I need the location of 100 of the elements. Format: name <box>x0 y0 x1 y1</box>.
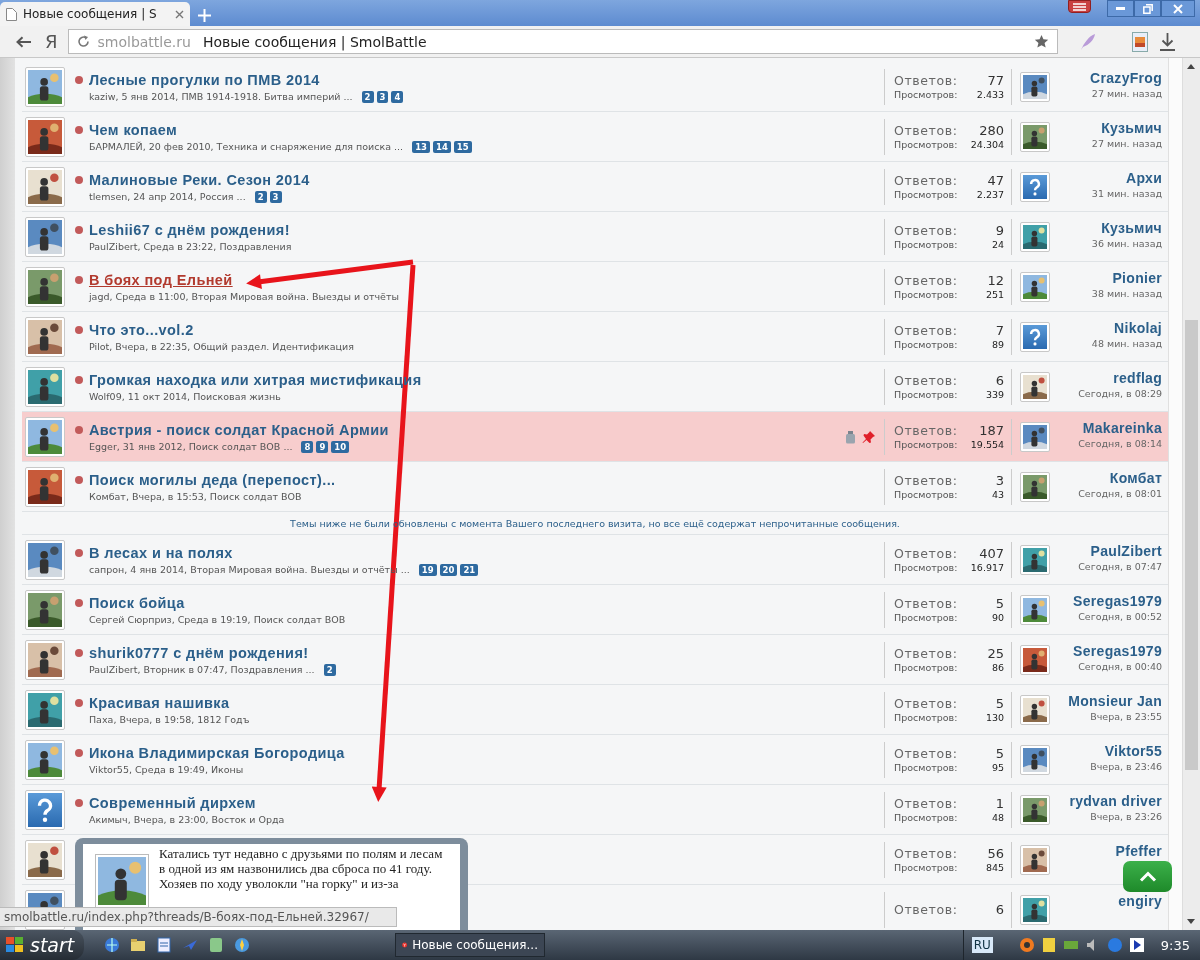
close-button[interactable] <box>1161 0 1195 17</box>
thread-title-link[interactable]: В лесах и на полях <box>88 544 233 561</box>
document-icon[interactable] <box>156 937 172 953</box>
thread-meta: Wolf09, 11 окт 2014, Поисковая жизнь <box>88 391 281 402</box>
page-link[interactable]: 15 <box>453 140 472 153</box>
scrollbar[interactable] <box>1182 58 1200 930</box>
last-poster-link[interactable]: Pionier <box>1112 270 1163 286</box>
thread-title-link[interactable]: Лесные прогулки по ПМВ 2014 <box>88 71 320 88</box>
last-poster-link[interactable]: Seregas1979 <box>1073 593 1163 609</box>
last-poster-link[interactable]: engiry <box>1118 893 1163 909</box>
page-link[interactable]: 21 <box>460 563 479 576</box>
thread-title-link[interactable]: Поиск могилы деда (перепост)... <box>88 471 336 488</box>
views-count: 86 <box>990 662 1005 673</box>
scroll-up-icon[interactable] <box>1187 64 1196 69</box>
pin-icon <box>862 429 877 444</box>
unread-dot <box>74 548 83 557</box>
last-poster-link[interactable]: Nikolaj <box>1114 320 1163 336</box>
image-file-icon[interactable] <box>1131 31 1148 52</box>
thread-meta: Паха, Вчера, в 19:58, 1812 Годъ <box>88 714 250 725</box>
thread-title-link[interactable]: В боях под Ельней <box>88 271 233 288</box>
page-link[interactable]: 2 <box>361 90 374 103</box>
reload-icon[interactable] <box>76 35 90 48</box>
unread-dot <box>74 748 83 757</box>
thread-title-link[interactable]: Икона Владимирская Богородица <box>88 744 345 761</box>
replies-count: 187 <box>978 423 1005 438</box>
views-count: 339 <box>985 389 1005 400</box>
minimize-button[interactable] <box>1107 0 1134 17</box>
views-label: Просмотров: <box>894 762 959 773</box>
unread-dot <box>74 475 83 484</box>
thread-title-link[interactable]: Что это...vol.2 <box>88 321 194 338</box>
new-tab-icon[interactable] <box>198 9 211 22</box>
last-poster-link[interactable]: Viktor55 <box>1104 743 1163 759</box>
thread-title-link[interactable]: Leshii67 с днём рождения! <box>88 221 290 238</box>
last-poster-link[interactable]: Кузьмич <box>1101 120 1163 136</box>
thread-meta: БАРМАЛЕЙ, 20 фев 2010, Техника и снаряжение для поиска ... <box>88 141 404 152</box>
thread-title-link[interactable]: Австрия - поиск солдат Красной Армии <box>88 421 389 438</box>
scrollbar-thumb[interactable] <box>1185 320 1198 770</box>
thread-title-link[interactable]: Чем копаем <box>88 121 178 138</box>
thread-title-link[interactable]: shurik0777 с днём рождения! <box>88 644 309 661</box>
unread-dot <box>74 698 83 707</box>
last-poster-link[interactable]: CrazyFrog <box>1090 70 1163 86</box>
views-label: Просмотров: <box>894 612 959 623</box>
thread-title-link[interactable]: Поиск бойца <box>88 594 185 611</box>
page-link[interactable]: 13 <box>412 140 430 153</box>
replies-label: Ответов: <box>894 123 959 138</box>
views-label: Просмотров: <box>894 562 959 573</box>
thread-title-link[interactable]: Современный дирхем <box>88 794 256 811</box>
last-poster-link[interactable]: Makareinka <box>1082 420 1163 436</box>
last-poster-link[interactable]: redflag <box>1113 370 1163 386</box>
replies-count: 25 <box>987 646 1005 661</box>
page-link[interactable]: 8 <box>301 440 314 453</box>
last-poster-link[interactable]: rydvan driver <box>1069 793 1163 809</box>
restore-button[interactable] <box>1134 0 1161 17</box>
preview-text: Катались тут недавно с друзьями по полям и лесам в одной из ям назвонились два сброса по 41 году. <box>159 846 444 876</box>
yandex-button[interactable]: Я <box>45 31 58 52</box>
page-link[interactable]: 20 <box>439 563 458 576</box>
last-poster-link[interactable]: Комбат <box>1109 470 1163 486</box>
page-link[interactable]: 2 <box>323 663 336 676</box>
last-poster-link[interactable]: Архи <box>1125 170 1163 186</box>
compass-icon[interactable] <box>234 937 250 953</box>
page-link[interactable]: 9 <box>316 440 329 453</box>
address-bar[interactable]: smolbattle.ru Новые сообщения | SmolBattle <box>67 29 1058 54</box>
page-link[interactable]: 4 <box>391 90 404 103</box>
menu-button[interactable] <box>1068 0 1091 13</box>
thread-title-link[interactable]: Малиновые Реки. Сезон 2014 <box>88 171 310 188</box>
views-count: 43 <box>991 489 1005 500</box>
lifebuoy-icon[interactable] <box>1018 937 1035 953</box>
language-indicator[interactable]: RU <box>971 937 993 953</box>
globe-icon[interactable] <box>104 937 120 953</box>
thread-title-link[interactable]: Красивая нашивка <box>88 694 230 711</box>
taskbar-window-button[interactable]: Новые сообщения... <box>395 933 545 957</box>
page-link[interactable]: 3 <box>269 190 282 203</box>
last-poster-link[interactable]: Pfeffer <box>1115 843 1163 859</box>
scroll-down-icon[interactable] <box>1187 919 1196 924</box>
page-link[interactable]: 14 <box>433 140 451 153</box>
page-link[interactable]: 3 <box>376 90 389 103</box>
last-poster-link[interactable]: Monsieur Jan <box>1068 693 1163 709</box>
star-icon[interactable] <box>1033 34 1049 49</box>
preview-text: Хозяев по ходу уволокли "на горку" и из-за <box>159 876 400 891</box>
page-link[interactable]: 19 <box>418 563 437 576</box>
question-icon <box>1020 171 1051 202</box>
folder-icon[interactable] <box>130 937 146 953</box>
last-poster-link[interactable]: Seregas1979 <box>1073 643 1163 659</box>
browser-tab[interactable]: Новые сообщения | S <box>0 2 190 26</box>
page-link[interactable]: 2 <box>254 190 267 203</box>
scroll-to-top-button[interactable] <box>1123 861 1172 892</box>
replies-label: Ответов: <box>894 902 959 917</box>
views-count: 89 <box>991 339 1005 350</box>
play-icon[interactable] <box>1128 937 1145 953</box>
start-button[interactable]: start <box>0 930 84 960</box>
notepad-icon[interactable] <box>208 937 224 953</box>
address-host: smolbattle.ru <box>97 33 191 50</box>
back-button[interactable] <box>16 35 31 48</box>
replies-count: 280 <box>978 123 1005 138</box>
last-poster-link[interactable]: Кузьмич <box>1101 220 1163 236</box>
page-link[interactable]: 10 <box>331 440 350 453</box>
download-icon[interactable] <box>1159 32 1175 51</box>
notes-icon[interactable] <box>1040 937 1057 953</box>
close-icon[interactable] <box>175 9 184 19</box>
last-poster-link[interactable]: PaulZibert <box>1090 543 1163 559</box>
